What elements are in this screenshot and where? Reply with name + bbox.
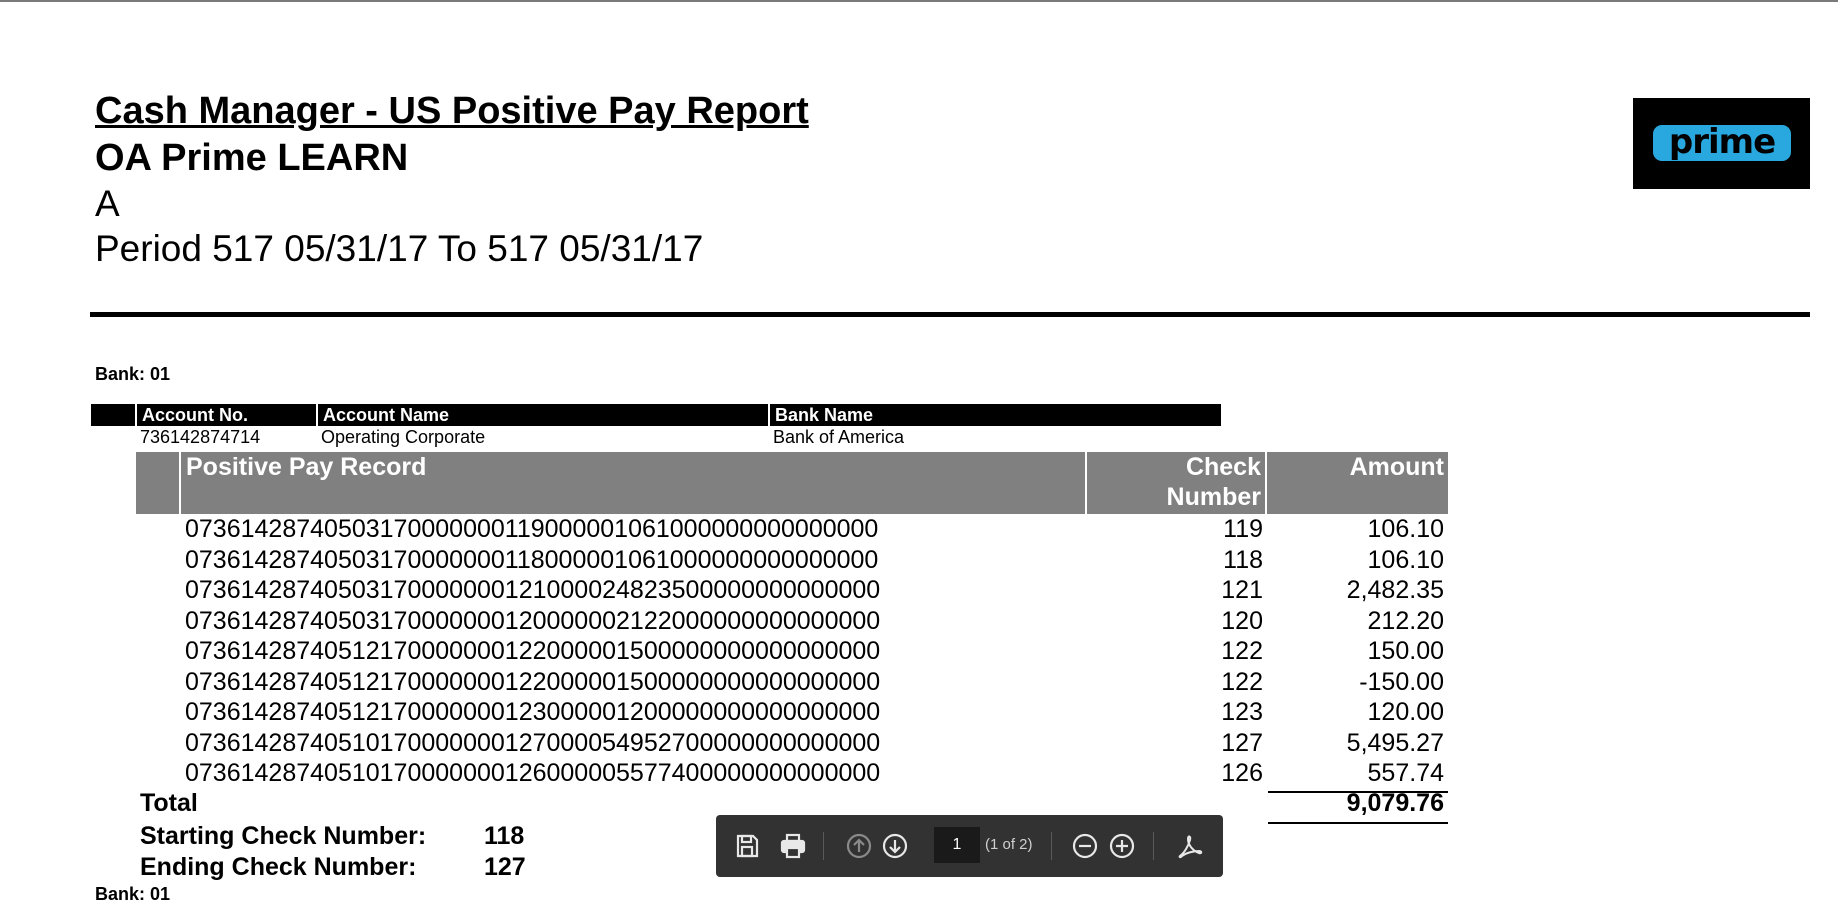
check-header-line1: Check	[1185, 453, 1261, 481]
table-row: 0736142874051017000000012700005495270000…	[0, 728, 1838, 759]
zoom-out-icon[interactable]	[1069, 830, 1101, 862]
report-period: Period 517 05/31/17 To 517 05/31/17	[95, 228, 704, 269]
logo-text: prime	[1668, 122, 1776, 162]
save-icon[interactable]	[731, 830, 763, 862]
account-no-value: 736142874714	[140, 427, 261, 447]
ending-check-label: Ending Check Number:	[140, 853, 417, 881]
page-count: (1 of 2)	[985, 836, 1033, 853]
check-header-line2: Number	[1166, 483, 1261, 511]
amount-cell: 106.10	[1367, 546, 1444, 574]
prime-logo: prime	[1633, 98, 1810, 189]
amount-cell: -150.00	[1359, 668, 1444, 696]
check-cell: 123	[1221, 698, 1263, 726]
account-name-header: Account Name	[316, 404, 766, 426]
table-row: 0736142874050317000000011900000106100000…	[0, 514, 1838, 545]
check-cell: 119	[1223, 515, 1263, 543]
check-cell: 126	[1221, 759, 1263, 787]
account-name-value: Operating Corporate	[321, 427, 486, 447]
record-cell: 0736142874050317000000011800000106100000…	[185, 546, 879, 574]
total-label: Total	[140, 789, 198, 817]
amount-cell: 5,495.27	[1346, 729, 1444, 757]
check-cell: 122	[1221, 637, 1263, 665]
acrobat-icon[interactable]	[1174, 830, 1206, 862]
starting-check-value: 118	[484, 822, 525, 850]
logo-pill: prime	[1653, 125, 1791, 161]
next-bank-label: Bank: 01	[95, 884, 171, 904]
amount-cell: 2,482.35	[1346, 576, 1444, 604]
header-divider	[90, 312, 1810, 317]
check-cell: 120	[1221, 607, 1263, 635]
record-header-label: Positive Pay Record	[186, 453, 427, 481]
table-row: 0736142874050317000000012100002482350000…	[0, 575, 1838, 606]
pdf-toolbar: (1 of 2)	[716, 815, 1223, 877]
company-name: OA Prime LEARN	[95, 137, 409, 179]
report-subtitle: A	[95, 183, 120, 224]
amount-cell: 212.20	[1367, 607, 1444, 635]
print-icon[interactable]	[777, 830, 809, 862]
total-rule-bottom	[1268, 822, 1448, 824]
table-row: 0736142874050317000000012000000212200000…	[0, 606, 1838, 637]
record-cell: 0736142874050317000000011900000106100000…	[185, 515, 879, 543]
amount-header-label: Amount	[1349, 453, 1444, 481]
check-number-header: Check Number	[1085, 452, 1265, 514]
bank-name-header: Bank Name	[768, 404, 1222, 426]
amount-header: Amount	[1265, 452, 1448, 514]
check-cell: 127	[1221, 729, 1263, 757]
record-cell: 0736142874051217000000012200000150000000…	[185, 668, 881, 696]
table-row: 0736142874051017000000012600000557740000…	[0, 758, 1838, 789]
page-number-input[interactable]	[934, 827, 980, 863]
amount-cell: 106.10	[1367, 515, 1444, 543]
record-cell: 0736142874050317000000012100002482350000…	[185, 576, 881, 604]
report-title: Cash Manager - US Positive Pay Report	[95, 90, 809, 132]
account-no-header: Account No.	[135, 404, 314, 426]
record-header: Positive Pay Record	[179, 452, 1085, 514]
zoom-in-icon[interactable]	[1106, 830, 1138, 862]
check-cell: 122	[1221, 668, 1263, 696]
account-table-header: Account No. Account Name Bank Name	[91, 404, 1221, 426]
top-border	[0, 0, 1838, 2]
table-row: 0736142874051217000000012300000120000000…	[0, 697, 1838, 728]
record-cell: 0736142874050317000000012000000212200000…	[185, 607, 881, 635]
table-row: 0736142874051217000000012200000150000000…	[0, 667, 1838, 698]
toolbar-separator	[823, 832, 824, 860]
record-cell: 0736142874051017000000012700005495270000…	[185, 729, 881, 757]
check-cell: 118	[1223, 546, 1263, 574]
check-cell: 121	[1221, 576, 1263, 604]
toolbar-separator	[1153, 832, 1154, 860]
starting-check-label: Starting Check Number:	[140, 822, 427, 850]
bank-label: Bank: 01	[95, 364, 171, 384]
record-cell: 0736142874051217000000012300000120000000…	[185, 698, 881, 726]
record-cell: 0736142874051217000000012200000150000000…	[185, 637, 881, 665]
ending-check-value: 127	[484, 853, 526, 881]
amount-cell: 120.00	[1367, 698, 1444, 726]
total-value: 9,079.76	[1346, 789, 1444, 817]
table-row: 0736142874050317000000011800000106100000…	[0, 545, 1838, 576]
amount-cell: 557.74	[1367, 759, 1444, 787]
amount-cell: 150.00	[1367, 637, 1444, 665]
positive-pay-header: Positive Pay Record Check Number Amount	[136, 452, 1448, 514]
record-cell: 0736142874051017000000012600000557740000…	[185, 759, 881, 787]
bank-name-value: Bank of America	[773, 427, 905, 447]
table-row: 0736142874051217000000012200000150000000…	[0, 636, 1838, 667]
page-up-icon[interactable]	[843, 830, 875, 862]
toolbar-separator	[1051, 832, 1052, 860]
page-down-icon[interactable]	[879, 830, 911, 862]
